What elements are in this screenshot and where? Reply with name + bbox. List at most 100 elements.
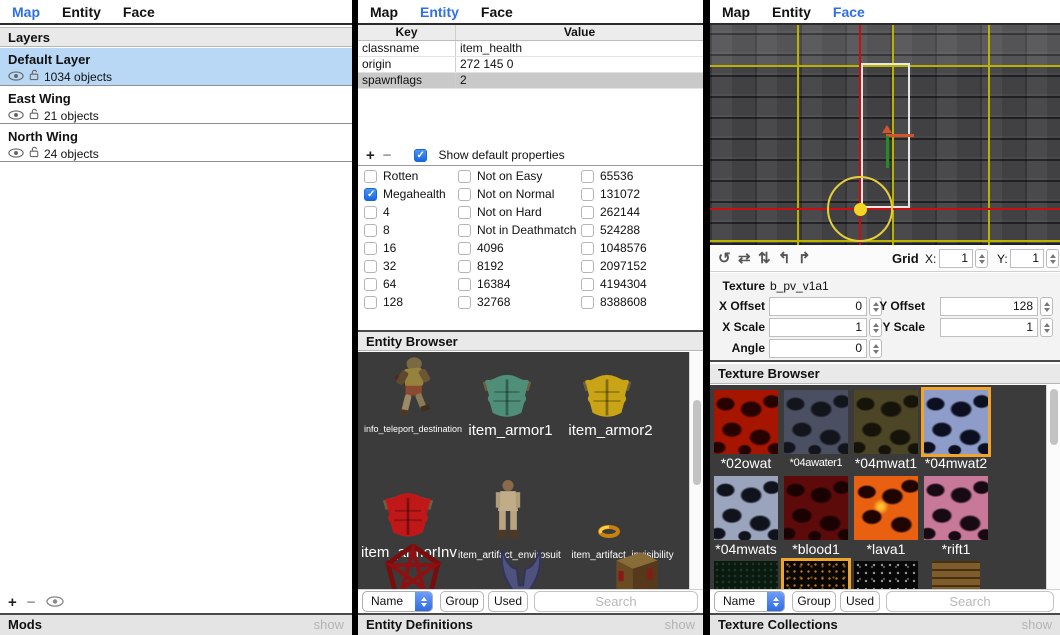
entity-thumbnail-item-armorinv[interactable] bbox=[380, 492, 436, 542]
add-layer-button[interactable]: + bbox=[8, 594, 17, 611]
entity-sort-select[interactable]: Name bbox=[362, 591, 433, 612]
entity-thumbnail-pentagram[interactable] bbox=[383, 544, 443, 589]
flag-not-in-deathmatch[interactable]: Not in Deathmatch bbox=[458, 221, 580, 239]
layer-row-east-wing[interactable]: East Wing 21 objects bbox=[0, 87, 352, 124]
flag-131072[interactable]: 131072 bbox=[581, 185, 699, 203]
flip-vertical-icon[interactable]: ⇅ bbox=[758, 249, 771, 267]
flag-16384[interactable]: 16384 bbox=[458, 275, 580, 293]
middle-tab-face[interactable]: Face bbox=[481, 4, 513, 20]
lock-open-icon[interactable] bbox=[29, 146, 39, 161]
texture-group-button[interactable]: Group bbox=[792, 591, 836, 612]
flag-2097152[interactable]: 2097152 bbox=[581, 257, 699, 275]
flag-megahealth[interactable]: Megahealth bbox=[364, 185, 456, 203]
left-tab-entity[interactable]: Entity bbox=[62, 4, 101, 20]
texture-collections-show-link[interactable]: show bbox=[1022, 615, 1052, 635]
entity-thumbnail-item-artifact-envirosuit[interactable] bbox=[491, 480, 525, 545]
flag-16[interactable]: 16 bbox=[364, 239, 456, 257]
texture-browser[interactable]: *02owat *04awater1 *04mwat1 *04mwat2 *04… bbox=[710, 385, 1060, 589]
flag-rotten[interactable]: Rotten bbox=[364, 167, 456, 185]
flag-4096[interactable]: 4096 bbox=[458, 239, 580, 257]
entity-group-button[interactable]: Group bbox=[440, 591, 484, 612]
toggle-visibility-eye-icon[interactable] bbox=[46, 595, 64, 610]
y-offset-input[interactable]: 128 bbox=[940, 297, 1038, 316]
texture-sort-select[interactable]: Name bbox=[714, 591, 785, 612]
lock-open-icon[interactable] bbox=[29, 69, 39, 84]
scrollbar-thumb[interactable] bbox=[693, 400, 701, 485]
remove-property-button[interactable]: − bbox=[383, 147, 392, 164]
texture-thumbnail[interactable] bbox=[932, 561, 980, 589]
entity-thumbnail-crate[interactable] bbox=[606, 548, 664, 589]
middle-tab-entity[interactable]: Entity bbox=[420, 4, 459, 20]
flag-4194304[interactable]: 4194304 bbox=[581, 275, 699, 293]
grid-x-input[interactable]: 1 bbox=[939, 249, 973, 268]
texture-thumbnail-04mwat2[interactable] bbox=[924, 390, 988, 454]
entity-thumbnail-quake-symbol[interactable] bbox=[496, 546, 546, 589]
uv-texture-view[interactable] bbox=[710, 25, 1060, 245]
flag-262144[interactable]: 262144 bbox=[581, 203, 699, 221]
texture-browser-scrollbar[interactable] bbox=[1046, 385, 1060, 589]
property-row-spawnflags[interactable]: spawnflags 2 bbox=[358, 73, 703, 89]
rotate-ccw-icon[interactable]: ↰ bbox=[778, 249, 791, 267]
texture-thumbnail[interactable] bbox=[714, 561, 778, 589]
y-offset-stepper[interactable] bbox=[1040, 297, 1053, 316]
angle-stepper[interactable] bbox=[869, 339, 882, 358]
flag-8[interactable]: 8 bbox=[364, 221, 456, 239]
entity-search-input[interactable] bbox=[534, 591, 698, 612]
layer-row-default[interactable]: Default Layer 1034 objects bbox=[0, 48, 352, 86]
flag-not-on-hard[interactable]: Not on Hard bbox=[458, 203, 580, 221]
right-tab-entity[interactable]: Entity bbox=[772, 4, 811, 20]
entity-thumbnail-item-armor2[interactable] bbox=[580, 374, 634, 422]
entity-thumbnail-info-teleport-destination[interactable] bbox=[388, 356, 436, 425]
flag-not-on-easy[interactable]: Not on Easy bbox=[458, 167, 580, 185]
texture-thumbnail-blood1[interactable] bbox=[784, 476, 848, 540]
left-tab-map[interactable]: Map bbox=[12, 4, 40, 20]
y-scale-input[interactable]: 1 bbox=[940, 318, 1038, 337]
texture-used-button[interactable]: Used bbox=[840, 591, 880, 612]
flag-1048576[interactable]: 1048576 bbox=[581, 239, 699, 257]
texture-thumbnail-rift1[interactable] bbox=[924, 476, 988, 540]
texture-search-input[interactable] bbox=[886, 591, 1054, 612]
layer-row-north-wing[interactable]: North Wing 24 objects bbox=[0, 125, 352, 162]
flag-65536[interactable]: 65536 bbox=[581, 167, 699, 185]
reset-icon[interactable]: ↺ bbox=[718, 249, 731, 267]
flag-32768[interactable]: 32768 bbox=[458, 293, 580, 311]
texture-thumbnail-04awater1[interactable] bbox=[784, 390, 848, 454]
texture-thumbnail-04mwat1[interactable] bbox=[854, 390, 918, 454]
remove-layer-button[interactable]: − bbox=[27, 594, 36, 611]
scrollbar-thumb[interactable] bbox=[1050, 389, 1058, 445]
grid-x-stepper[interactable] bbox=[975, 249, 988, 268]
visibility-eye-icon[interactable] bbox=[8, 70, 24, 84]
flag-not-on-normal[interactable]: Not on Normal bbox=[458, 185, 580, 203]
entity-definitions-show-link[interactable]: show bbox=[665, 615, 695, 635]
flag-8192[interactable]: 8192 bbox=[458, 257, 580, 275]
x-scale-input[interactable]: 1 bbox=[769, 318, 867, 337]
property-row-origin[interactable]: origin 272 145 0 bbox=[358, 57, 703, 73]
flag-8388608[interactable]: 8388608 bbox=[581, 293, 699, 311]
right-tab-face[interactable]: Face bbox=[833, 4, 865, 20]
entity-used-button[interactable]: Used bbox=[488, 591, 528, 612]
angle-input[interactable]: 0 bbox=[769, 339, 867, 358]
flag-524288[interactable]: 524288 bbox=[581, 221, 699, 239]
add-property-button[interactable]: + bbox=[366, 147, 375, 164]
lock-open-icon[interactable] bbox=[29, 108, 39, 123]
flip-horizontal-icon[interactable]: ⇄ bbox=[738, 249, 751, 267]
texture-thumbnail[interactable] bbox=[854, 561, 918, 589]
middle-tab-map[interactable]: Map bbox=[370, 4, 398, 20]
flag-32[interactable]: 32 bbox=[364, 257, 456, 275]
grid-y-input[interactable]: 1 bbox=[1010, 249, 1044, 268]
texture-thumbnail-04mwats[interactable] bbox=[714, 476, 778, 540]
visibility-eye-icon[interactable] bbox=[8, 147, 24, 161]
grid-y-stepper[interactable] bbox=[1046, 249, 1059, 268]
flag-128[interactable]: 128 bbox=[364, 293, 456, 311]
entity-thumbnail-item-armor1[interactable] bbox=[480, 374, 534, 422]
flag-64[interactable]: 64 bbox=[364, 275, 456, 293]
texture-thumbnail[interactable] bbox=[784, 561, 848, 589]
visibility-eye-icon[interactable] bbox=[8, 109, 24, 123]
x-offset-input[interactable]: 0 bbox=[769, 297, 867, 316]
rotate-cw-icon[interactable]: ↱ bbox=[798, 249, 811, 267]
mods-show-link[interactable]: show bbox=[314, 615, 344, 635]
right-tab-map[interactable]: Map bbox=[722, 4, 750, 20]
left-tab-face[interactable]: Face bbox=[123, 4, 155, 20]
texture-thumbnail-lava1[interactable] bbox=[854, 476, 918, 540]
y-scale-stepper[interactable] bbox=[1040, 318, 1053, 337]
